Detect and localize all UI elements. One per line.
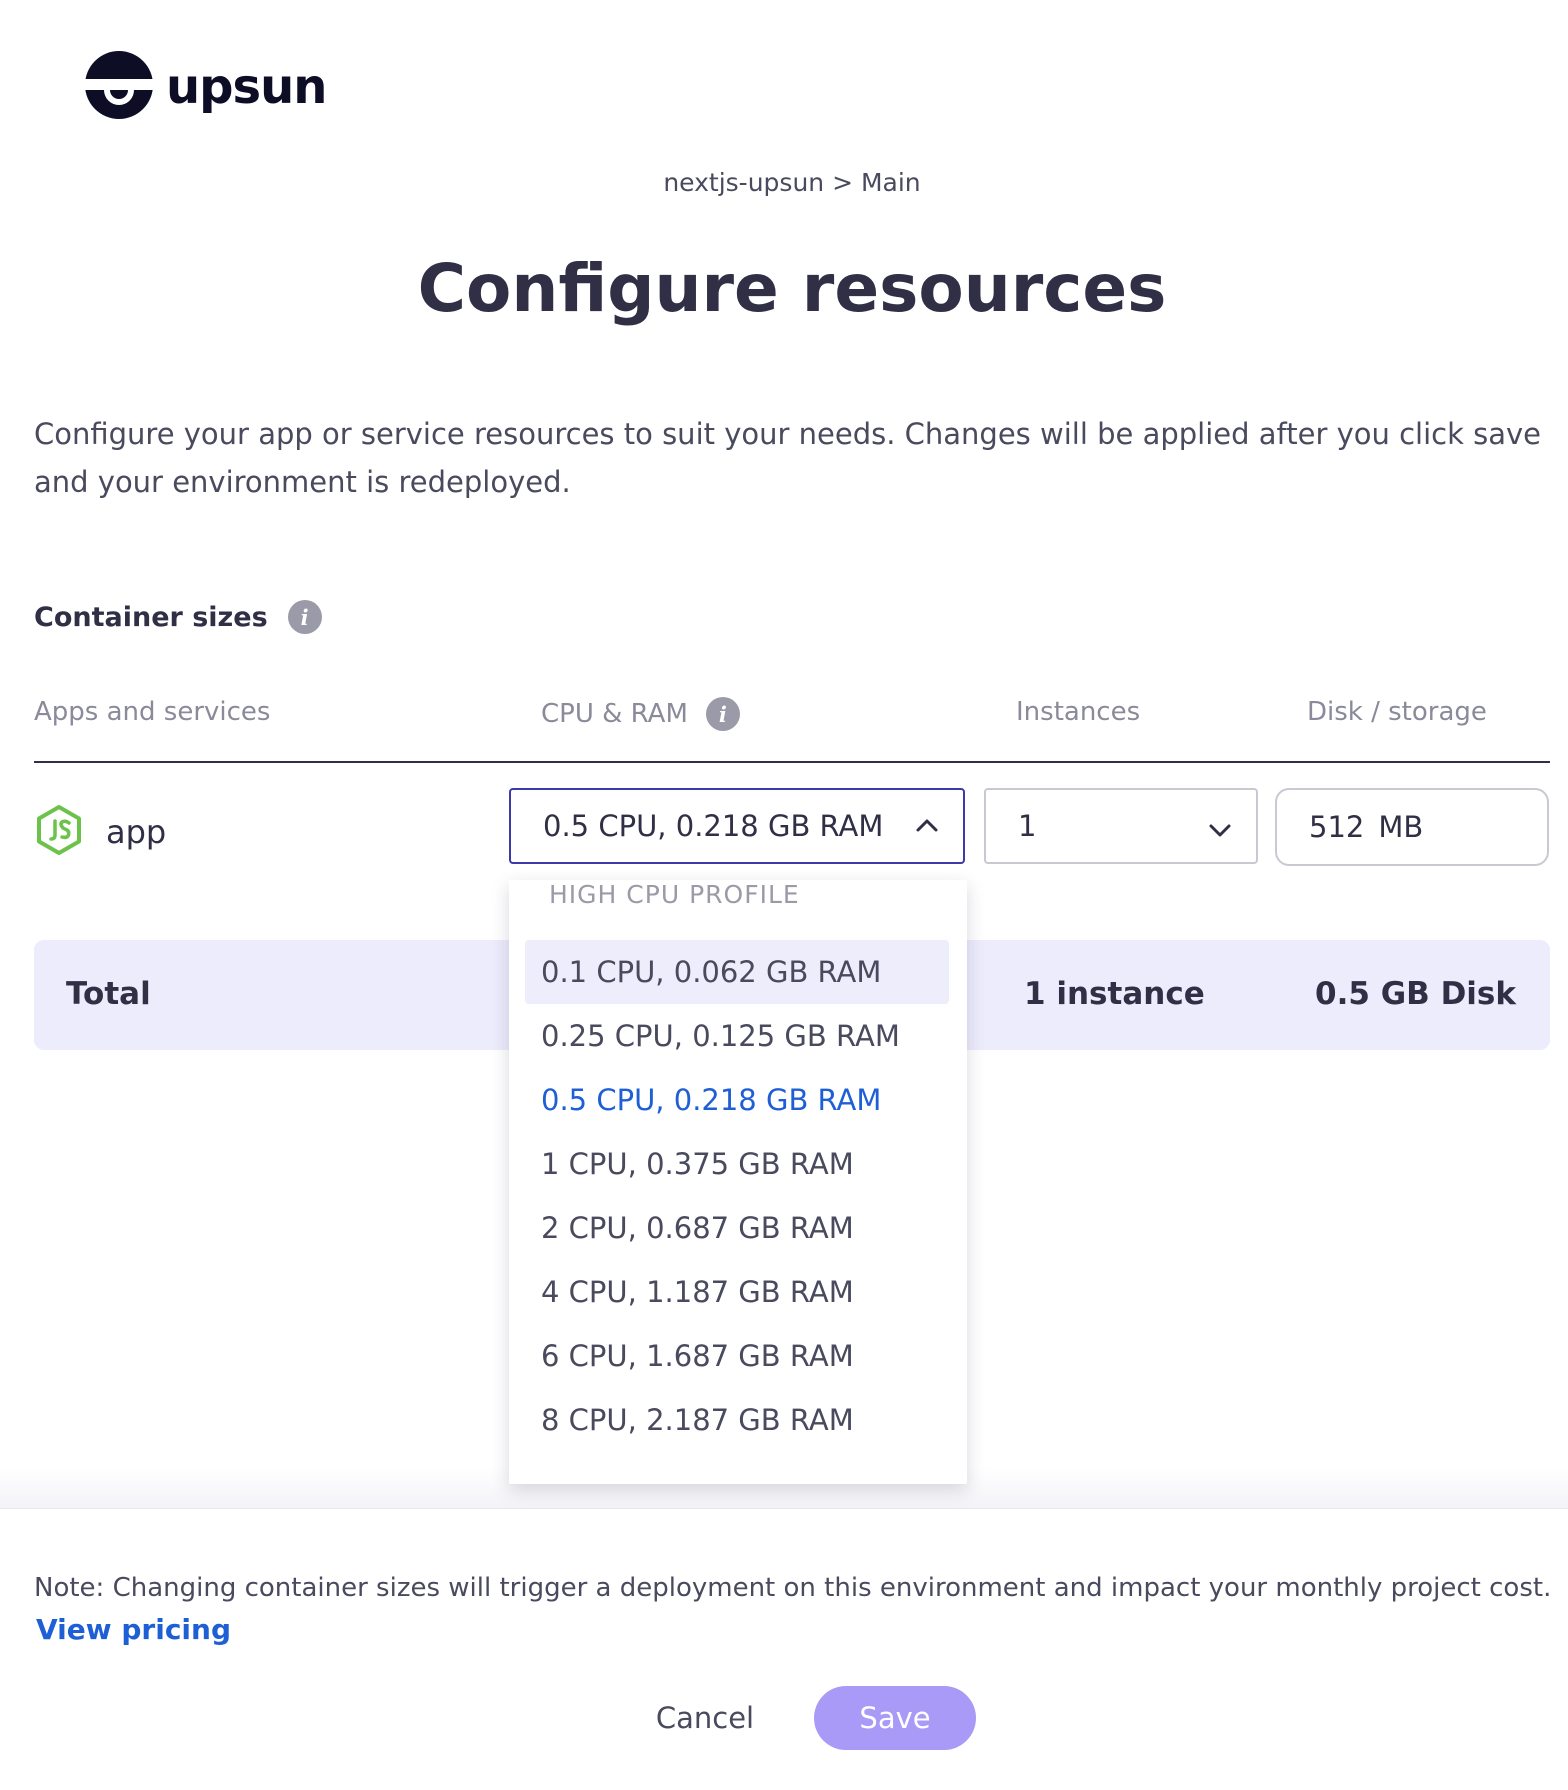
total-disk: 0.5 GB Disk bbox=[1315, 976, 1517, 1012]
save-button[interactable]: Save bbox=[814, 1686, 976, 1750]
total-label: Total bbox=[66, 976, 151, 1012]
column-header-cpu: CPU & RAM i bbox=[541, 697, 740, 731]
view-pricing-link[interactable]: View pricing bbox=[36, 1613, 231, 1646]
info-icon[interactable]: i bbox=[705, 697, 740, 731]
total-instances: 1 instance bbox=[1024, 976, 1205, 1012]
cancel-button[interactable]: Cancel bbox=[630, 1686, 780, 1750]
app-row-name: app bbox=[36, 805, 166, 859]
page-description: Configure your app or service resources … bbox=[34, 417, 1541, 499]
column-header-disk: Disk / storage bbox=[1307, 697, 1487, 727]
disk-storage-input[interactable]: 512 MB bbox=[1275, 788, 1549, 866]
footer-divider bbox=[0, 1508, 1568, 1509]
header-divider bbox=[34, 761, 1550, 763]
cpu-ram-select-value: 0.5 CPU, 0.218 GB RAM bbox=[543, 809, 884, 843]
section-header: Container sizes i bbox=[34, 600, 322, 634]
page-title: Configure resources bbox=[417, 250, 1167, 327]
dropdown-option[interactable]: 1 CPU, 0.375 GB RAM bbox=[525, 1132, 949, 1196]
disk-storage-unit: MB bbox=[1378, 810, 1424, 844]
upsun-logo-icon bbox=[84, 50, 154, 124]
breadcrumb[interactable]: nextjs-upsun > Main bbox=[0, 168, 1568, 197]
instances-select-value: 1 bbox=[1018, 809, 1037, 843]
dropdown-option[interactable]: 4 CPU, 1.187 GB RAM bbox=[525, 1260, 949, 1324]
dropdown-option[interactable]: 0.5 CPU, 0.218 GB RAM bbox=[525, 1068, 949, 1132]
instances-select[interactable]: 1 bbox=[984, 788, 1258, 864]
info-icon[interactable]: i bbox=[287, 600, 322, 634]
column-header-instances: Instances bbox=[1016, 697, 1141, 727]
upsun-logo[interactable]: upsun bbox=[84, 50, 327, 124]
app-name: app bbox=[106, 813, 167, 851]
dropdown-group-label: HIGH CPU PROFILE bbox=[549, 880, 800, 909]
nodejs-icon bbox=[36, 805, 82, 859]
disk-storage-value: 512 bbox=[1309, 810, 1365, 844]
chevron-up-icon bbox=[911, 810, 943, 849]
column-header-apps: Apps and services bbox=[34, 697, 271, 727]
footer-note: Note: Changing container sizes will trig… bbox=[34, 1573, 1552, 1603]
dropdown-option[interactable]: 0.25 CPU, 0.125 GB RAM bbox=[525, 1004, 949, 1068]
section-title: Container sizes bbox=[34, 601, 268, 633]
dropdown-option[interactable]: 6 CPU, 1.687 GB RAM bbox=[525, 1324, 949, 1388]
dropdown-option[interactable]: 0.1 CPU, 0.062 GB RAM bbox=[525, 940, 949, 1004]
dropdown-option[interactable]: 2 CPU, 0.687 GB RAM bbox=[525, 1196, 949, 1260]
dropdown-option[interactable]: 8 CPU, 2.187 GB RAM bbox=[525, 1388, 949, 1452]
cpu-ram-dropdown-menu: HIGH CPU PROFILE 0.1 CPU, 0.062 GB RAM 0… bbox=[509, 880, 967, 1484]
brand-name: upsun bbox=[166, 59, 327, 115]
column-header-cpu-label: CPU & RAM bbox=[541, 699, 688, 729]
cpu-ram-select[interactable]: 0.5 CPU, 0.218 GB RAM bbox=[509, 788, 965, 864]
dropdown-options: 0.1 CPU, 0.062 GB RAM 0.25 CPU, 0.125 GB… bbox=[525, 940, 949, 1452]
chevron-down-icon bbox=[1204, 814, 1236, 853]
